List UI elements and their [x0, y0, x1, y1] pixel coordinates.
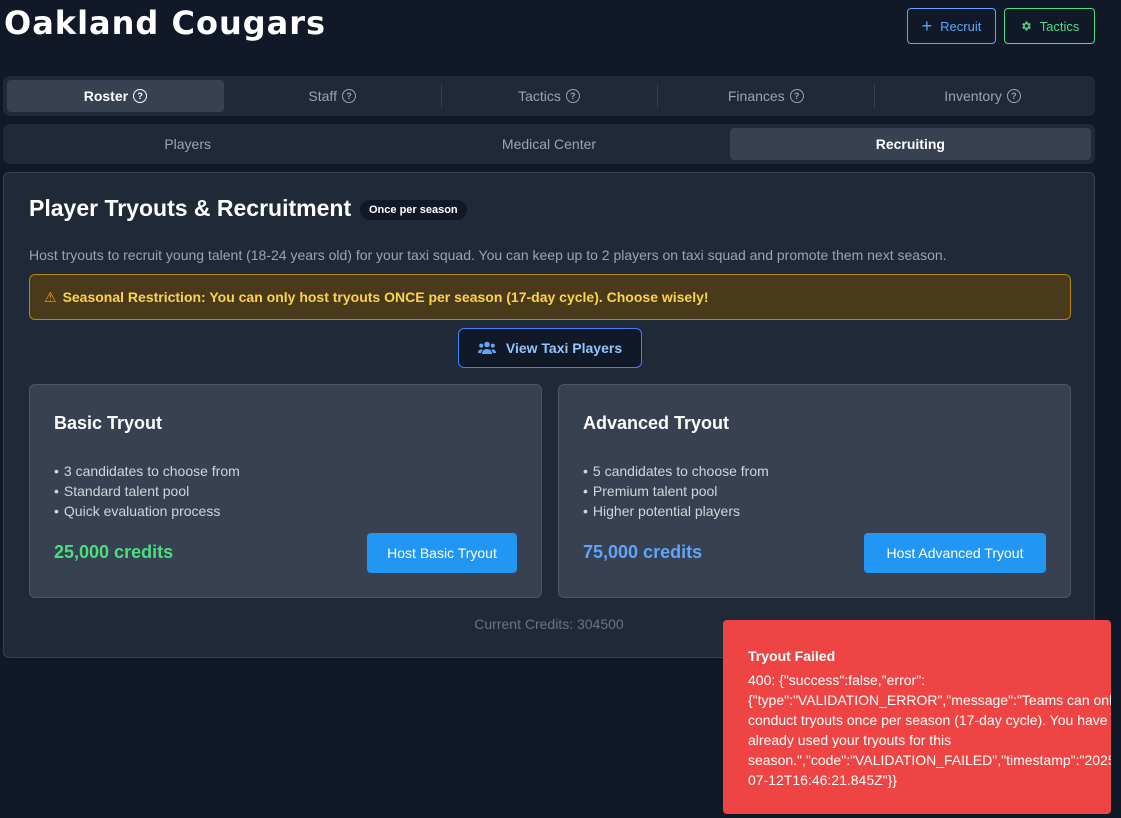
help-icon[interactable]: ? — [1006, 89, 1021, 103]
warning-icon: ⚠ — [44, 288, 57, 305]
feature-item: 5 candidates to choose from — [583, 461, 769, 481]
tab-roster[interactable]: Roster ? — [7, 80, 224, 112]
advanced-tryout-card: Advanced Tryout 5 candidates to choose f… — [558, 384, 1071, 598]
tactics-button[interactable]: Tactics — [1004, 8, 1095, 44]
subtab-medical-center[interactable]: Medical Center — [368, 128, 729, 160]
subtab-recruiting[interactable]: Recruiting — [729, 128, 1091, 160]
basic-tryout-card: Basic Tryout 3 candidates to choose from… — [29, 384, 542, 598]
tab-label: Staff — [308, 88, 337, 104]
feature-item: Quick evaluation process — [54, 501, 240, 521]
feature-list: 5 candidates to choose from Premium tale… — [583, 461, 769, 521]
tab-finances[interactable]: Finances ? — [657, 80, 874, 112]
recruit-button-label: Recruit — [940, 18, 982, 34]
help-icon[interactable]: ? — [341, 89, 356, 103]
tryouts-card: Player Tryouts & Recruitment Once per se… — [3, 172, 1095, 658]
feature-item: 3 candidates to choose from — [54, 461, 240, 481]
help-icon[interactable]: ? — [789, 89, 804, 103]
team-title: Oakland Cougars — [4, 4, 327, 42]
host-advanced-tryout-button[interactable]: Host Advanced Tryout — [864, 533, 1046, 573]
tab-label: Tactics — [518, 88, 561, 104]
view-taxi-players-button[interactable]: View Taxi Players — [458, 328, 642, 368]
season-badge: Once per season — [360, 200, 467, 220]
toast-title: Tryout Failed — [748, 648, 836, 664]
tryout-title: Basic Tryout — [54, 413, 163, 433]
subtab-players[interactable]: Players — [7, 128, 368, 160]
tab-staff[interactable]: Staff ? — [224, 80, 441, 112]
host-basic-tryout-button[interactable]: Host Basic Tryout — [367, 533, 517, 573]
tryout-price: 25,000 credits — [54, 542, 174, 562]
seasonal-warning: ⚠ Seasonal Restriction: You can only hos… — [29, 274, 1071, 320]
main-tab-bar: Roster ? Staff ? Tactics ? Finances ? In… — [3, 76, 1095, 116]
error-toast[interactable]: Tryout Failed 400: {"success":false,"err… — [723, 620, 1111, 814]
warning-text: Seasonal Restriction: You can only host … — [62, 289, 709, 305]
recruit-button[interactable]: + Recruit — [907, 8, 996, 44]
tab-label: Roster — [83, 88, 129, 104]
feature-item: Standard talent pool — [54, 481, 240, 501]
users-icon — [477, 341, 496, 355]
gear-icon — [1020, 20, 1032, 32]
feature-item: Higher potential players — [583, 501, 769, 521]
help-icon[interactable]: ? — [133, 89, 148, 103]
tryout-title: Advanced Tryout — [583, 413, 730, 433]
toast-message: 400: {"success":false,"error":{"type":"V… — [748, 672, 1111, 788]
feature-list: 3 candidates to choose from Standard tal… — [54, 461, 240, 521]
tab-inventory[interactable]: Inventory ? — [874, 80, 1091, 112]
tryout-price: 75,000 credits — [583, 542, 703, 562]
tab-label: Inventory — [944, 88, 1002, 104]
plus-icon: + — [921, 16, 933, 36]
tab-tactics[interactable]: Tactics ? — [440, 80, 658, 112]
help-icon[interactable]: ? — [565, 89, 580, 103]
page: Oakland Cougars + Recruit Tactics Roster… — [0, 0, 1121, 818]
feature-item: Premium talent pool — [583, 481, 769, 501]
card-description: Host tryouts to recruit young talent (18… — [29, 247, 947, 263]
card-title: Player Tryouts & Recruitment — [29, 195, 352, 221]
tactics-button-label: Tactics — [1039, 18, 1080, 34]
sub-tab-bar: Players Medical Center Recruiting — [3, 124, 1095, 164]
tab-label: Finances — [727, 88, 785, 104]
view-taxi-players-label: View Taxi Players — [505, 340, 623, 356]
